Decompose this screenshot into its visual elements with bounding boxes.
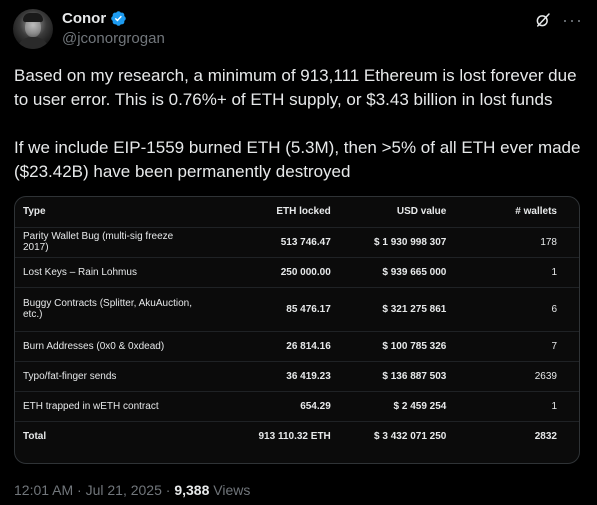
cell-type: Parity Wallet Bug (multi-sig freeze 2017… [15,227,205,258]
grok-icon[interactable] [534,11,552,29]
cell-type: Buggy Contracts (Splitter, AkuAuction, e… [15,287,205,332]
table-header-row: Type ETH locked USD value # wallets [15,197,579,228]
cell-usd-value: $ 321 275 861 [338,287,455,332]
tweet-header: Conor @jconorgrogan ··· [13,9,583,51]
cell-eth-locked: 250 000.00 [204,257,339,288]
cell-eth-locked: 36 419.23 [204,361,339,392]
cell-wallets: 2832 [534,430,557,442]
more-icon[interactable]: ··· [562,11,583,29]
tweet-meta: 12:01 AM · Jul 21, 2025 · 9,388 Views [14,482,250,498]
meta-separator: · [161,482,175,498]
avatar-hair [23,13,43,22]
table-row: ETH trapped in wETH contract 654.29 $ 2 … [15,391,579,422]
author-name-row: Conor [62,10,127,27]
cell-wallets: 7 [454,331,579,362]
cell-type: Typo/fat-finger sends [15,361,205,392]
table-total-row: Total 913 110.32 ETH $ 3 432 071 250 283… [15,421,579,451]
cell-type: ETH trapped in wETH contract [15,391,205,422]
cell-eth-locked: 913 110.32 ETH [258,430,331,442]
lost-eth-table: Type ETH locked USD value # wallets Pari… [15,197,579,451]
cell-eth-locked: 85 476.17 [204,287,339,332]
avatar-body [17,37,49,49]
avatar[interactable] [13,9,53,49]
cell-eth-locked: 654.29 [204,391,339,422]
cell-type: Total [23,430,47,442]
table-row: Buggy Contracts (Splitter, AkuAuction, e… [15,287,579,332]
cell-eth-locked: 513 746.47 [204,227,339,258]
verified-badge-icon[interactable] [110,10,127,27]
cell-usd-value: $ 100 785 326 [338,331,455,362]
cell-eth-locked: 26 814.16 [204,331,339,362]
column-header-eth-locked: ETH locked [204,197,339,228]
tweet-timestamp[interactable]: 12:01 AM · Jul 21, 2025 [14,482,162,498]
column-header-type: Type [15,197,205,228]
tweet-top-actions: ··· [534,11,583,29]
column-header-usd-value: USD value [338,197,455,228]
cell-usd-value: $ 2 459 254 [338,391,455,422]
cell-type: Burn Addresses (0x0 & 0xdead) [15,331,205,362]
cell-usd-value: $ 1 930 998 307 [338,227,455,258]
table-row: Lost Keys – Rain Lohmus 250 000.00 $ 939… [15,257,579,288]
author-handle[interactable]: @jconorgrogan [62,30,165,47]
cell-wallets: 1 [454,391,579,422]
cell-wallets: 6 [454,287,579,332]
views-label: Views [209,482,251,498]
views-count: 9,388 [174,482,210,498]
cell-usd-value: $ 3 432 071 250 [374,430,447,442]
tweet-paragraph-1: Based on my research, a minimum of 913,1… [14,66,577,109]
column-header-wallets: # wallets [454,197,579,228]
table-row: Burn Addresses (0x0 & 0xdead) 26 814.16 … [15,331,579,362]
table-row: Typo/fat-finger sends 36 419.23 $ 136 88… [15,361,579,392]
tweet-paragraph-2: If we include EIP-1559 burned ETH (5.3M)… [14,138,581,181]
cell-wallets: 178 [454,227,579,258]
tweet-text: Based on my research, a minimum of 913,1… [14,64,584,208]
cell-usd-value: $ 939 665 000 [338,257,455,288]
cell-wallets: 1 [454,257,579,288]
lost-eth-table-image[interactable]: Type ETH locked USD value # wallets Pari… [14,196,580,464]
table-row: Parity Wallet Bug (multi-sig freeze 2017… [15,227,579,258]
cell-type: Lost Keys – Rain Lohmus [15,257,205,288]
author-display-name[interactable]: Conor [62,10,106,27]
cell-usd-value: $ 136 887 503 [338,361,455,392]
cell-wallets: 2639 [454,361,579,392]
